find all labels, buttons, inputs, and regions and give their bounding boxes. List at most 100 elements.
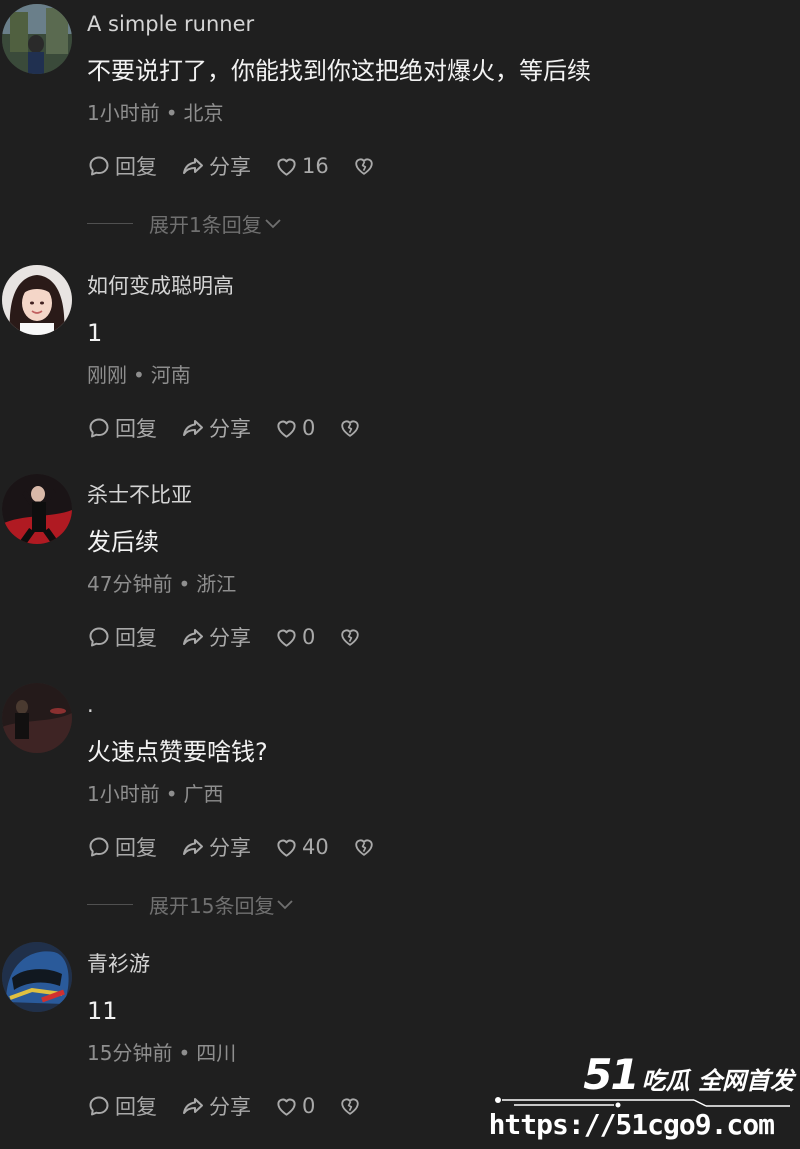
meta-separator: • xyxy=(165,782,178,806)
comment-bubble-icon xyxy=(89,418,109,438)
watermark-text: 吃瓜 全网首发 xyxy=(641,1067,794,1095)
share-label: 分享 xyxy=(209,836,251,860)
share-label: 分享 xyxy=(209,417,251,441)
share-label: 分享 xyxy=(209,626,251,650)
expand-replies-label: 展开15条回复 xyxy=(149,894,275,918)
expand-replies-label: 展开1条回复 xyxy=(149,213,262,237)
timestamp: 15分钟前 xyxy=(87,1041,173,1065)
share-button[interactable]: 分享 xyxy=(181,413,251,443)
broken-heart-icon xyxy=(341,420,360,437)
meta-separator: • xyxy=(178,572,191,596)
comment-text: 不要说打了，你能找到你这把绝对爆火，等后续 xyxy=(87,57,591,85)
comment-meta: 1小时前 • 广西 xyxy=(87,781,224,807)
comment-meta: 15分钟前 • 四川 xyxy=(87,1040,236,1066)
broken-heart-icon xyxy=(355,839,373,856)
divider xyxy=(87,904,133,905)
avatar[interactable] xyxy=(2,942,72,1012)
comment-text: 1 xyxy=(87,319,103,347)
like-button[interactable]: 0 xyxy=(275,416,315,440)
broken-heart-icon xyxy=(355,158,373,175)
share-arrow-icon xyxy=(183,629,203,645)
watermark-url: https://51cgo9.com xyxy=(488,1108,775,1141)
location: 浙江 xyxy=(196,572,237,596)
username[interactable]: 青衫游 xyxy=(87,950,150,978)
username[interactable]: 杀士不比亚 xyxy=(87,481,192,509)
dislike-button[interactable] xyxy=(339,1095,365,1117)
dislike-button[interactable] xyxy=(339,417,365,439)
reply-button[interactable]: 回复 xyxy=(87,413,157,443)
location: 广西 xyxy=(183,782,224,806)
divider xyxy=(87,223,133,224)
reply-label: 回复 xyxy=(115,417,157,441)
share-arrow-icon xyxy=(183,839,203,855)
location: 四川 xyxy=(196,1041,237,1065)
location: 河南 xyxy=(150,363,191,387)
timestamp: 刚刚 xyxy=(87,363,127,387)
chevron-down-icon xyxy=(265,218,281,228)
watermark-circuit-lines xyxy=(495,1097,790,1108)
heart-icon xyxy=(277,629,296,647)
like-button[interactable]: 40 xyxy=(275,835,329,859)
action-bar: 回复 分享 0 xyxy=(87,1090,389,1122)
comment-bubble-icon xyxy=(89,837,109,857)
dislike-button[interactable] xyxy=(339,626,365,648)
chevron-down-icon xyxy=(277,899,294,909)
timestamp: 1小时前 xyxy=(87,101,160,125)
broken-heart-icon xyxy=(341,1098,360,1115)
action-bar: 回复 分享 40 xyxy=(87,831,403,863)
share-arrow-icon xyxy=(183,420,203,436)
avatar[interactable] xyxy=(2,474,72,544)
meta-separator: • xyxy=(178,1041,191,1065)
share-button[interactable]: 分享 xyxy=(181,1091,251,1121)
heart-icon xyxy=(277,420,296,438)
share-arrow-icon xyxy=(183,158,203,174)
reply-button[interactable]: 回复 xyxy=(87,622,157,652)
watermark-number: 51 xyxy=(583,1050,639,1099)
action-bar: 回复 分享 0 xyxy=(87,412,389,444)
dislike-button[interactable] xyxy=(353,836,379,858)
share-button[interactable]: 分享 xyxy=(181,151,251,181)
reply-button[interactable]: 回复 xyxy=(87,151,157,181)
comment-bubble-icon xyxy=(89,156,109,176)
watermark: 51 吃瓜 全网首发 https://51cgo9.com xyxy=(489,1050,794,1145)
reply-label: 回复 xyxy=(115,155,157,179)
like-count: 40 xyxy=(302,835,329,859)
location: 北京 xyxy=(183,101,224,125)
like-button[interactable]: 0 xyxy=(275,1094,315,1118)
username[interactable]: . xyxy=(87,691,94,719)
share-label: 分享 xyxy=(209,155,251,179)
expand-replies-button[interactable]: 展开15条回复 xyxy=(87,890,294,919)
username[interactable]: 如何变成聪明高 xyxy=(87,272,234,300)
like-count: 0 xyxy=(302,416,316,440)
comment-bubble-icon xyxy=(89,1096,109,1116)
reply-button[interactable]: 回复 xyxy=(87,832,157,862)
timestamp: 1小时前 xyxy=(87,782,160,806)
comment-bubble-icon xyxy=(89,627,109,647)
comment-text: 发后续 xyxy=(87,528,159,556)
reply-button[interactable]: 回复 xyxy=(87,1091,157,1121)
timestamp: 47分钟前 xyxy=(87,572,173,596)
like-count: 0 xyxy=(302,1094,316,1118)
meta-separator: • xyxy=(133,363,145,387)
expand-replies-button[interactable]: 展开1条回复 xyxy=(87,209,282,238)
share-label: 分享 xyxy=(209,1095,251,1119)
share-button[interactable]: 分享 xyxy=(181,622,251,652)
comment-meta: 47分钟前 • 浙江 xyxy=(87,571,236,597)
avatar[interactable] xyxy=(2,4,72,74)
avatar[interactable] xyxy=(2,683,72,753)
dislike-button[interactable] xyxy=(353,155,379,177)
avatar[interactable] xyxy=(2,265,72,335)
heart-icon xyxy=(277,1098,296,1116)
heart-icon xyxy=(277,839,296,857)
comment-text: 火速点赞要啥钱? xyxy=(87,738,268,766)
share-arrow-icon xyxy=(183,1098,203,1114)
action-bar: 回复 分享 16 xyxy=(87,150,403,182)
share-button[interactable]: 分享 xyxy=(181,832,251,862)
username[interactable]: A simple runner xyxy=(87,10,254,38)
watermark-logo: 51 吃瓜 全网首发 xyxy=(583,1050,794,1099)
like-button[interactable]: 16 xyxy=(275,154,329,178)
comment-text: 11 xyxy=(87,997,118,1025)
like-button[interactable]: 0 xyxy=(275,625,315,649)
comment-meta: 1小时前 • 北京 xyxy=(87,100,224,126)
reply-label: 回复 xyxy=(115,1095,157,1119)
